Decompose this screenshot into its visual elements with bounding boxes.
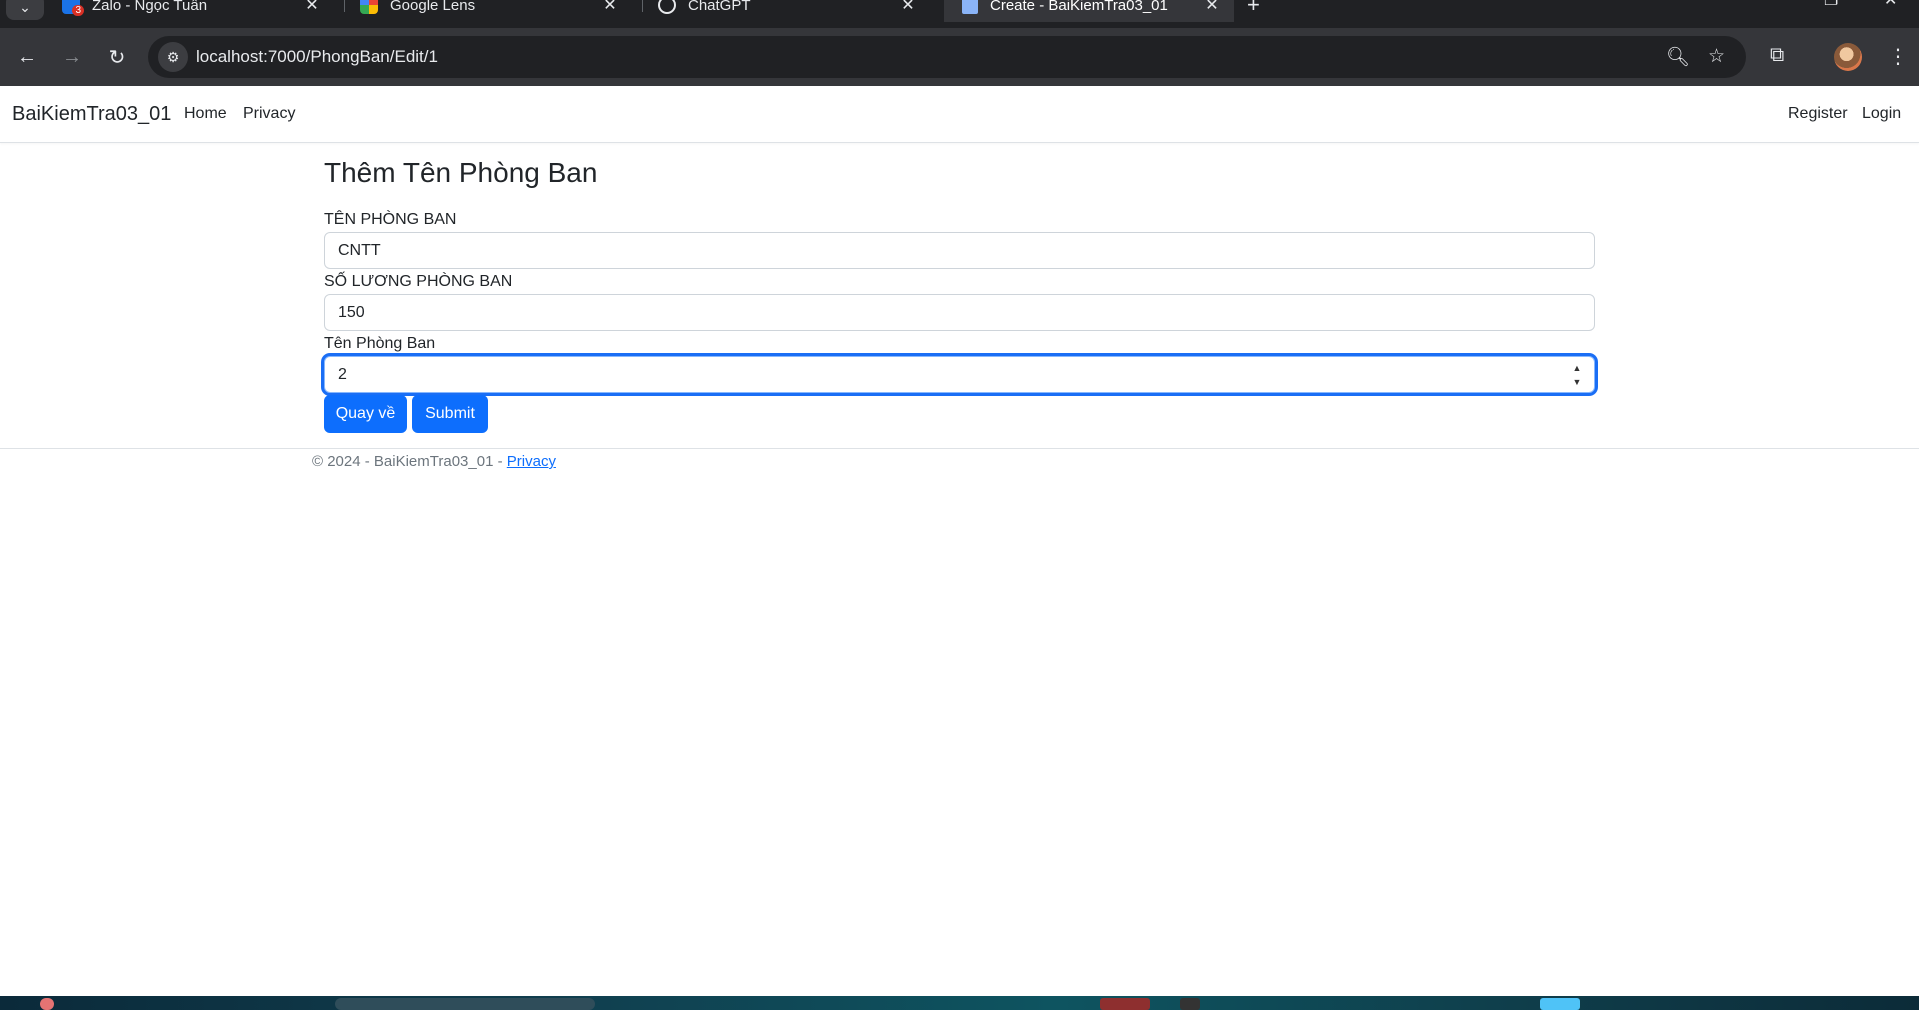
minimize-window-icon[interactable]: — [1769,0,1785,8]
taskbar-app-icon[interactable] [1540,998,1580,1010]
taskbar-app-icon[interactable] [1100,998,1150,1010]
close-tab-icon[interactable]: ✕ [600,0,620,15]
department-number-input[interactable]: 2 ▲ ▼ [324,356,1595,393]
page-footer: © 2024 - BaiKiemTra03_01 - Privacy [312,453,556,470]
spinner-down-icon[interactable]: ▼ [1573,377,1582,387]
chatgpt-favicon-icon [658,0,676,14]
browser-toolbar: ← → ↻ ⚙ localhost:7000/PhongBan/Edit/1 🔍… [0,28,1919,86]
profile-avatar[interactable] [1834,43,1862,71]
notification-badge: 3 [72,5,84,16]
tab-search-button[interactable]: ⌄ [6,0,44,20]
taskbar-app-icon[interactable] [40,998,54,1010]
close-tab-icon[interactable]: ✕ [1202,0,1222,15]
browser-tab-strip: ⌄ 3 Zalo - Ngọc Tuấn ✕ Google Lens ✕ Cha… [0,0,1919,28]
nav-link-register[interactable]: Register [1788,105,1848,123]
close-window-icon[interactable]: ✕ [1884,0,1897,10]
taskbar-search-box[interactable] [335,998,595,1010]
reload-icon[interactable]: ↻ [102,42,132,72]
back-button[interactable]: Quay về [324,395,407,433]
department-count-input[interactable]: 150 [324,294,1595,331]
submit-button[interactable]: Submit [412,395,488,433]
department-name-number-label: Tên Phòng Ban [324,335,436,352]
kebab-menu-icon[interactable]: ⋮ [1888,44,1908,69]
input-value: 150 [338,303,365,321]
footer-privacy-link[interactable]: Privacy [507,453,556,470]
page-favicon-icon [962,0,978,14]
forward-arrow-icon[interactable]: → [57,42,87,72]
tab-title: Create - BaiKiemTra03_01 [990,0,1168,14]
browser-tab-create[interactable]: Create - BaiKiemTra03_01 ✕ [944,0,1234,22]
tab-title: Zalo - Ngọc Tuấn [92,0,208,14]
new-tab-plus-icon[interactable]: + [1247,0,1260,18]
site-navbar: BaiKiemTra03_01 Home Privacy Register Lo… [0,86,1919,143]
department-count-label: SỐ LƯƠNG PHÒNG BAN [324,273,513,290]
address-bar[interactable]: ⚙ localhost:7000/PhongBan/Edit/1 🔍︎ ☆ [148,36,1746,78]
nav-link-home[interactable]: Home [184,105,227,123]
department-name-input[interactable]: CNTT [324,232,1595,269]
spinner-up-icon[interactable]: ▲ [1573,363,1582,373]
nav-link-login[interactable]: Login [1862,105,1901,123]
chevron-down-icon: ⌄ [19,0,31,15]
zalo-favicon-icon: 3 [62,0,84,16]
page-title: Thêm Tên Phòng Ban [324,157,598,188]
site-brand-link[interactable]: BaiKiemTra03_01 [12,103,171,126]
os-taskbar [0,996,1919,1010]
department-name-label: TÊN PHÒNG BAN [324,211,457,228]
number-spinner[interactable]: ▲ ▼ [1570,363,1584,387]
input-value: CNTT [338,241,381,259]
browser-tab-zalo[interactable]: 3 Zalo - Ngọc Tuấn ✕ [44,0,334,22]
close-tab-icon[interactable]: ✕ [302,0,322,15]
back-arrow-icon[interactable]: ← [12,42,42,72]
star-icon[interactable]: ☆ [1708,45,1725,68]
taskbar-app-icon[interactable] [1180,998,1200,1010]
site-info-icon[interactable]: ⚙ [158,42,188,72]
input-value: 2 [338,365,347,383]
web-page: BaiKiemTra03_01 Home Privacy Register Lo… [0,86,1919,996]
google-lens-favicon-icon [360,0,378,14]
puzzle-icon[interactable]: ⧉ [1770,44,1784,67]
browser-tab-google-lens[interactable]: Google Lens ✕ [342,0,632,22]
close-tab-icon[interactable]: ✕ [898,0,918,15]
tab-title: Google Lens [390,0,476,14]
footer-text: © 2024 - BaiKiemTra03_01 - [312,453,507,470]
restore-window-icon[interactable]: ❐ [1824,0,1838,10]
zoom-icon[interactable]: 🔍︎ [1666,45,1690,69]
browser-tab-chatgpt[interactable]: ChatGPT ✕ [640,0,930,22]
nav-link-privacy[interactable]: Privacy [243,105,295,123]
tab-title: ChatGPT [688,0,751,14]
footer-divider [0,448,1919,449]
url-text[interactable]: localhost:7000/PhongBan/Edit/1 [196,47,438,67]
